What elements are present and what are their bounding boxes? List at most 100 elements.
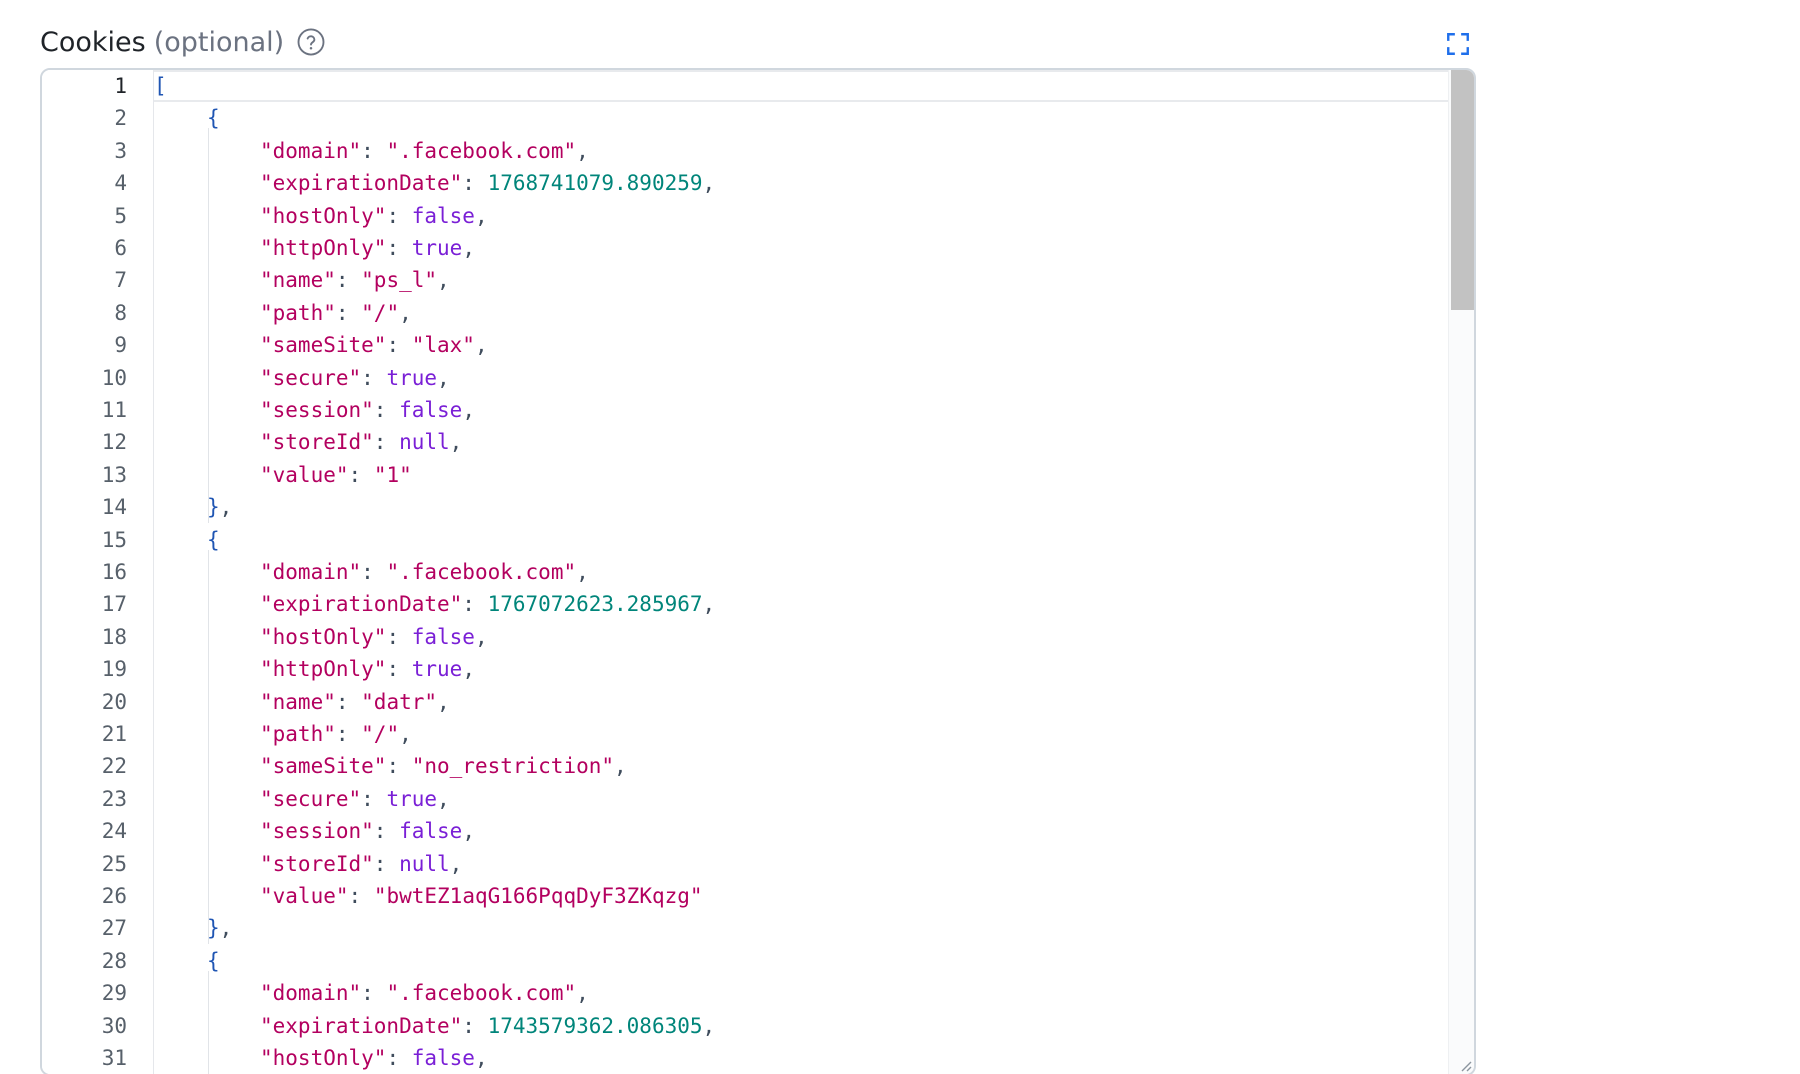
code-token: false bbox=[399, 819, 463, 844]
code-token: : bbox=[386, 1046, 412, 1070]
line-number: 12 bbox=[101, 430, 127, 455]
code-token: "no_restriction" bbox=[411, 754, 615, 779]
line-number: 21 bbox=[101, 722, 127, 746]
code-token: , bbox=[702, 171, 716, 196]
code-token: , bbox=[449, 851, 463, 876]
code-token: "session" bbox=[260, 819, 374, 844]
code-token: ".facebook.com" bbox=[386, 138, 577, 163]
line-number: 10 bbox=[101, 365, 127, 390]
line-number-gutter: 1 2 3 4 5 6 7 8 9 10 11 12 13 14 15 16 17 18 19 20 21 22 23 24 2… bbox=[42, 70, 154, 1074]
line-number: 13 bbox=[101, 462, 127, 487]
code-token: : bbox=[462, 1013, 488, 1038]
line-number: 9 bbox=[114, 333, 127, 358]
field-label: Cookies bbox=[40, 26, 146, 58]
code-token: , bbox=[399, 300, 412, 325]
code-token: "httpOnly" bbox=[260, 236, 387, 260]
code-token: 1768741079.890259 bbox=[487, 171, 703, 196]
code-token: true bbox=[386, 365, 438, 390]
code-token: "hostOnly" bbox=[260, 203, 387, 228]
code-token: , bbox=[702, 1013, 716, 1038]
code-token: : bbox=[335, 268, 362, 293]
scrollbar-thumb[interactable] bbox=[1451, 70, 1474, 310]
code-token: : bbox=[386, 657, 412, 682]
code-line: "session": false, bbox=[260, 394, 475, 426]
code-line: "hostOnly": false, bbox=[260, 200, 488, 232]
code-line: "sameSite": "lax", bbox=[260, 329, 488, 361]
line-number: 3 bbox=[114, 138, 127, 163]
code-token: , bbox=[449, 430, 463, 455]
code-token: "secure" bbox=[260, 786, 362, 811]
code-token: "name" bbox=[260, 268, 336, 293]
code-token: : bbox=[361, 981, 387, 1006]
code-token: : bbox=[373, 851, 400, 876]
code-token: , bbox=[399, 722, 412, 746]
code-line: "domain": ".facebook.com", bbox=[260, 977, 589, 1009]
indent-guide bbox=[208, 970, 209, 1074]
json-code-editor[interactable]: 1 2 3 4 5 6 7 8 9 10 11 12 13 14 15 16 17 18 19 20 21 22 23 24 2… bbox=[40, 68, 1476, 1074]
line-number: 28 bbox=[101, 948, 127, 973]
code-token: "path" bbox=[260, 722, 336, 746]
code-token: : bbox=[361, 560, 387, 584]
code-token: : bbox=[361, 138, 387, 163]
code-token: , bbox=[437, 268, 450, 293]
code-token: "/" bbox=[361, 300, 400, 325]
code-line: "domain": ".facebook.com", bbox=[260, 135, 589, 167]
vertical-scrollbar[interactable] bbox=[1448, 70, 1474, 1074]
code-line: "hostOnly": false, bbox=[260, 1042, 488, 1074]
code-token: "httpOnly" bbox=[260, 657, 387, 682]
code-token: "bwtEZ1aqG166PqqDyF3ZKqzg" bbox=[373, 884, 703, 908]
code-token: "domain" bbox=[260, 138, 362, 163]
code-token: "secure" bbox=[260, 365, 362, 390]
line-number: 7 bbox=[114, 268, 127, 293]
code-token: : bbox=[348, 884, 374, 908]
code-line: }, bbox=[207, 491, 232, 523]
code-token: 1743579362.086305 bbox=[487, 1013, 703, 1038]
code-token: : bbox=[386, 236, 412, 260]
code-token: true bbox=[386, 786, 438, 811]
line-number: 14 bbox=[101, 495, 127, 520]
code-token: : bbox=[386, 624, 412, 649]
code-line: "name": "ps_l", bbox=[260, 264, 450, 296]
code-token: : bbox=[361, 786, 387, 811]
code-token: { bbox=[207, 948, 220, 973]
code-token: "storeId" bbox=[260, 851, 374, 876]
code-line: "value": "bwtEZ1aqG166PqqDyF3ZKqzg" bbox=[260, 880, 703, 912]
fullscreen-expand-icon[interactable] bbox=[1440, 26, 1476, 62]
code-token: : bbox=[373, 430, 400, 455]
code-token: ".facebook.com" bbox=[386, 560, 577, 584]
line-number: 8 bbox=[114, 300, 127, 325]
code-token: , bbox=[462, 398, 475, 422]
code-token: true bbox=[411, 657, 463, 682]
code-token: "storeId" bbox=[260, 430, 374, 455]
code-token: , bbox=[437, 365, 450, 390]
code-line: "sameSite": "no_restriction", bbox=[260, 750, 627, 782]
code-token: "datr" bbox=[361, 689, 438, 714]
resize-handle-icon[interactable] bbox=[1456, 1056, 1472, 1072]
code-token: , bbox=[474, 333, 488, 358]
code-token: : bbox=[386, 333, 412, 358]
code-token: : bbox=[361, 365, 387, 390]
code-line: "path": "/", bbox=[260, 718, 412, 750]
code-token: true bbox=[411, 236, 463, 260]
line-number: 22 bbox=[101, 754, 127, 779]
question-circle-icon[interactable] bbox=[296, 27, 326, 57]
code-token: : bbox=[373, 398, 400, 422]
code-token: "hostOnly" bbox=[260, 1046, 387, 1070]
code-token: "expirationDate" bbox=[260, 171, 463, 196]
code-token: 1767072623.285967 bbox=[487, 592, 703, 617]
code-token: : bbox=[335, 689, 362, 714]
code-token: "path" bbox=[260, 300, 336, 325]
line-number: 25 bbox=[101, 851, 127, 876]
line-number: 4 bbox=[114, 171, 127, 196]
code-token: "hostOnly" bbox=[260, 624, 387, 649]
code-token: , bbox=[219, 916, 233, 941]
code-line: "secure": true, bbox=[260, 362, 450, 394]
code-token: : bbox=[335, 722, 362, 746]
code-token: , bbox=[576, 981, 589, 1006]
code-line: "hostOnly": false, bbox=[260, 621, 488, 653]
code-token: , bbox=[576, 138, 589, 163]
code-line: "secure": true, bbox=[260, 783, 450, 815]
code-token: null bbox=[399, 430, 450, 455]
code-content[interactable]: [{"domain": ".facebook.com", "expirationD… bbox=[154, 70, 1448, 1074]
code-token: "name" bbox=[260, 689, 336, 714]
